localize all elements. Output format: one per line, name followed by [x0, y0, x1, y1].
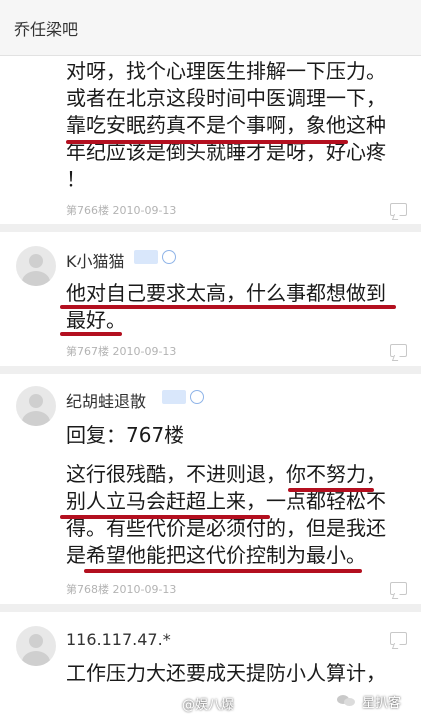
forum-title[interactable]: 乔任梁吧	[14, 16, 78, 40]
post-divider	[0, 366, 421, 374]
reply-icon[interactable]	[390, 632, 407, 645]
reply-reference: 回复：767楼	[66, 423, 185, 447]
avatar[interactable]	[16, 246, 56, 286]
post-line: 是希望他能把这代价控制为最小。	[66, 543, 366, 567]
forum-header: 乔任梁吧	[0, 0, 421, 56]
watermark-right: 星扒客	[362, 696, 402, 711]
highlight-underline	[288, 488, 374, 492]
post-line: 靠吃安眠药真不是个事啊，象他这种	[66, 113, 386, 137]
post-767-meta: 第767楼 2010-09-13	[66, 345, 177, 358]
post-line: 得。有些代价是必须付的，但是我还	[66, 516, 386, 540]
username[interactable]: 纪胡蛙退散	[66, 388, 146, 412]
avatar[interactable]	[16, 386, 56, 426]
member-badge-icon	[162, 250, 176, 264]
username[interactable]: 116.117.47.*	[66, 630, 171, 649]
post-766-meta: 第766楼 2010-09-13	[66, 204, 177, 217]
highlight-underline	[60, 305, 396, 309]
level-badge	[134, 250, 158, 264]
post-768-meta: 第768楼 2010-09-13	[66, 583, 177, 596]
highlight-underline	[60, 515, 270, 519]
member-badge-icon	[190, 390, 204, 404]
post-line: ！	[66, 167, 86, 191]
watermark-left: @娱八爆	[182, 698, 235, 713]
post-content: 工作压力大还要成天提防小人算计，	[66, 660, 406, 687]
post-766-content: 对呀，找个心理医生排解一下压力。 或者在北京这段时间中医调理一下， 靠吃安眠药真…	[66, 58, 406, 193]
highlight-underline	[66, 140, 348, 144]
reply-icon[interactable]	[390, 582, 407, 595]
highlight-underline	[60, 332, 122, 336]
post-divider	[0, 224, 421, 232]
post-line: 这行很残酷，不进则退，你不努力，	[66, 462, 386, 486]
post-line: 最好。	[66, 308, 126, 332]
wechat-icon	[337, 693, 357, 707]
reply-icon[interactable]	[390, 344, 407, 357]
post-line: 他对自己要求太高，什么事都想做到	[66, 281, 386, 305]
reply-icon[interactable]	[390, 203, 407, 216]
avatar[interactable]	[16, 626, 56, 666]
post-line: 工作压力大还要成天提防小人算计，	[66, 661, 386, 685]
post-line: 对呀，找个心理医生排解一下压力。	[66, 59, 386, 83]
highlight-underline	[84, 569, 362, 573]
level-badge	[162, 390, 186, 404]
username[interactable]: K小猫猫	[66, 248, 125, 272]
post-line: 别人立马会赶超上来，一点都轻松不	[66, 489, 386, 513]
post-line: 或者在北京这段时间中医调理一下，	[66, 86, 386, 110]
post-divider	[0, 604, 421, 612]
